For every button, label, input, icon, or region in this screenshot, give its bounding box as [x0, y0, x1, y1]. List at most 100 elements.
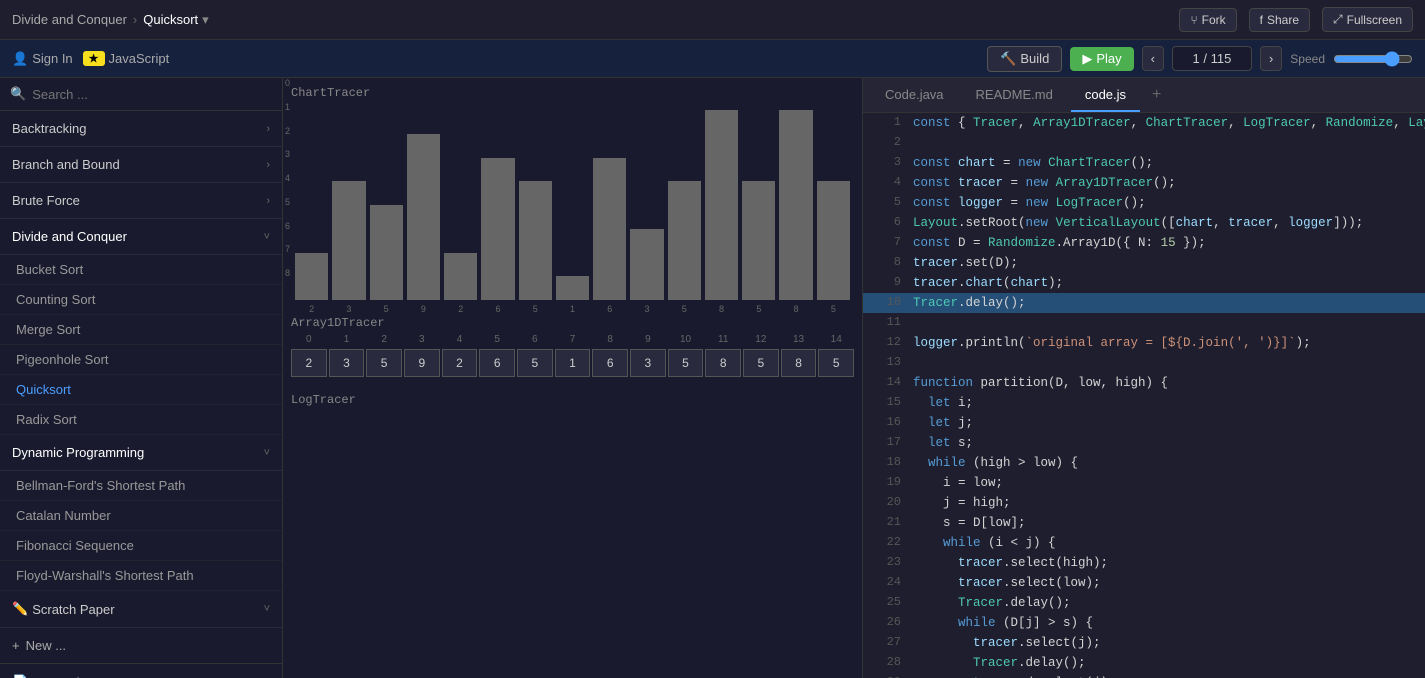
- line-number: 28: [871, 653, 901, 672]
- share-button[interactable]: f Share: [1249, 8, 1310, 32]
- tab-code-java[interactable]: Code.java: [871, 79, 958, 112]
- code-line[interactable]: 21 s = D[low];: [863, 513, 1425, 533]
- sidebar-item-brute-force[interactable]: Brute Force ›: [0, 183, 282, 219]
- sidebar-item-dynamic-programming[interactable]: Dynamic Programming ˅: [0, 435, 282, 471]
- play-button[interactable]: ▶ Play: [1070, 47, 1133, 71]
- sidebar-subitem-quicksort[interactable]: Quicksort: [0, 375, 282, 405]
- sidebar-item-scratch-paper[interactable]: ✏️ Scratch Paper ˅: [0, 591, 282, 628]
- chart-bar: [630, 229, 663, 300]
- line-content: const logger = new LogTracer();: [913, 193, 1146, 213]
- code-editor[interactable]: 1const { Tracer, Array1DTracer, ChartTra…: [863, 113, 1425, 678]
- line-number: 29: [871, 673, 901, 678]
- tab-code-js[interactable]: code.js: [1071, 79, 1140, 112]
- code-line[interactable]: 4const tracer = new Array1DTracer();: [863, 173, 1425, 193]
- array-cell: 3: [630, 349, 666, 377]
- line-number: 22: [871, 533, 901, 552]
- share-icon: f: [1260, 13, 1263, 27]
- build-icon: 🔨: [1000, 51, 1016, 67]
- array-index: 12: [743, 334, 779, 345]
- prev-button[interactable]: ‹: [1142, 46, 1164, 71]
- array-cell: 8: [781, 349, 817, 377]
- sign-in-button[interactable]: 👤 Sign In: [12, 51, 73, 67]
- api-reference-button[interactable]: 📄 API Reference: [0, 663, 282, 678]
- line-number: 7: [871, 233, 901, 252]
- line-number: 1: [871, 113, 901, 132]
- code-line[interactable]: 3const chart = new ChartTracer();: [863, 153, 1425, 173]
- new-button[interactable]: + New ...: [0, 628, 282, 663]
- code-line[interactable]: 20 j = high;: [863, 493, 1425, 513]
- code-line[interactable]: 13: [863, 353, 1425, 373]
- log-tracer-label: LogTracer: [291, 393, 854, 407]
- build-button[interactable]: 🔨 Build: [987, 46, 1062, 72]
- line-content: let j;: [913, 413, 973, 433]
- array-tracer: Array1DTracer 01234567891011121314 23592…: [283, 308, 862, 385]
- code-line[interactable]: 26 while (D[j] > s) {: [863, 613, 1425, 633]
- chart-x-label: 8: [705, 304, 738, 314]
- code-line[interactable]: 15 let i;: [863, 393, 1425, 413]
- code-line[interactable]: 5const logger = new LogTracer();: [863, 193, 1425, 213]
- sidebar-subitem-merge-sort[interactable]: Merge Sort: [0, 315, 282, 345]
- code-line[interactable]: 25 Tracer.delay();: [863, 593, 1425, 613]
- code-line[interactable]: 16 let j;: [863, 413, 1425, 433]
- tab-readme[interactable]: README.md: [962, 79, 1067, 112]
- chart-x-label: 9: [407, 304, 440, 314]
- fullscreen-button[interactable]: ⤢ Fullscreen: [1322, 7, 1413, 32]
- sidebar-subitem-counting-sort[interactable]: Counting Sort: [0, 285, 282, 315]
- code-line[interactable]: 8tracer.set(D);: [863, 253, 1425, 273]
- code-line[interactable]: 23 tracer.select(high);: [863, 553, 1425, 573]
- code-line[interactable]: 27 tracer.select(j);: [863, 633, 1425, 653]
- sidebar-subitem-fibonacci[interactable]: Fibonacci Sequence: [0, 531, 282, 561]
- code-line[interactable]: 7const D = Randomize.Array1D({ N: 15 });: [863, 233, 1425, 253]
- code-line[interactable]: 28 Tracer.delay();: [863, 653, 1425, 673]
- code-line[interactable]: 10Tracer.delay();: [863, 293, 1425, 313]
- code-line[interactable]: 12logger.println(`original array = [${D.…: [863, 333, 1425, 353]
- code-line[interactable]: 17 let s;: [863, 433, 1425, 453]
- code-line[interactable]: 29 tracer.deselect(j);: [863, 673, 1425, 678]
- array-index: 7: [555, 334, 591, 345]
- fullscreen-icon: ⤢: [1333, 12, 1343, 27]
- array-tracer-label: Array1DTracer: [291, 316, 854, 330]
- line-number: 20: [871, 493, 901, 512]
- chart-bar: [668, 181, 701, 300]
- add-tab-button[interactable]: +: [1144, 78, 1169, 112]
- breadcrumb-current[interactable]: Quicksort ▾: [143, 12, 208, 28]
- code-line[interactable]: 24 tracer.select(low);: [863, 573, 1425, 593]
- sidebar-item-divide-and-conquer[interactable]: Divide and Conquer ˅: [0, 219, 282, 255]
- line-content: Tracer.delay();: [913, 293, 1026, 313]
- sidebar-subitem-floyd-warshall[interactable]: Floyd-Warshall's Shortest Path: [0, 561, 282, 591]
- sidebar-subitem-catalan-number[interactable]: Catalan Number: [0, 501, 282, 531]
- code-line[interactable]: 22 while (i < j) {: [863, 533, 1425, 553]
- code-line[interactable]: 1const { Tracer, Array1DTracer, ChartTra…: [863, 113, 1425, 133]
- sidebar-subitem-bucket-sort[interactable]: Bucket Sort: [0, 255, 282, 285]
- language-tag[interactable]: ★ JavaScript: [83, 51, 170, 66]
- code-line[interactable]: 11: [863, 313, 1425, 333]
- line-number: 9: [871, 273, 901, 292]
- sidebar-item-branch-and-bound[interactable]: Branch and Bound ›: [0, 147, 282, 183]
- sidebar-item-backtracking[interactable]: Backtracking ›: [0, 111, 282, 147]
- line-number: 27: [871, 633, 901, 652]
- array-cell: 5: [517, 349, 553, 377]
- sidebar-subitem-pigeonhole-sort[interactable]: Pigeonhole Sort: [0, 345, 282, 375]
- line-number: 21: [871, 513, 901, 532]
- code-line[interactable]: 6Layout.setRoot(new VerticalLayout([char…: [863, 213, 1425, 233]
- breadcrumb-parent[interactable]: Divide and Conquer: [12, 12, 127, 27]
- code-line[interactable]: 2: [863, 133, 1425, 153]
- search-box: 🔍: [0, 78, 282, 111]
- array-cells: 235926516358585: [291, 349, 854, 377]
- chart-x-label: 5: [668, 304, 701, 314]
- sidebar-subitem-bellman-ford[interactable]: Bellman-Ford's Shortest Path: [0, 471, 282, 501]
- breadcrumb-sep: ›: [133, 12, 137, 27]
- search-input[interactable]: [32, 87, 272, 102]
- chart-bar: [593, 158, 626, 301]
- sidebar-subitem-radix-sort[interactable]: Radix Sort: [0, 405, 282, 435]
- line-content: while (high > low) {: [913, 453, 1078, 473]
- code-line[interactable]: 19 i = low;: [863, 473, 1425, 493]
- code-line[interactable]: 9tracer.chart(chart);: [863, 273, 1425, 293]
- next-button[interactable]: ›: [1260, 46, 1282, 71]
- code-line[interactable]: 14function partition(D, low, high) {: [863, 373, 1425, 393]
- fork-button[interactable]: ⑂ Fork: [1179, 8, 1236, 32]
- play-icon: ▶: [1082, 51, 1092, 67]
- code-line[interactable]: 18 while (high > low) {: [863, 453, 1425, 473]
- speed-slider[interactable]: [1333, 51, 1413, 67]
- line-content: function partition(D, low, high) {: [913, 373, 1168, 393]
